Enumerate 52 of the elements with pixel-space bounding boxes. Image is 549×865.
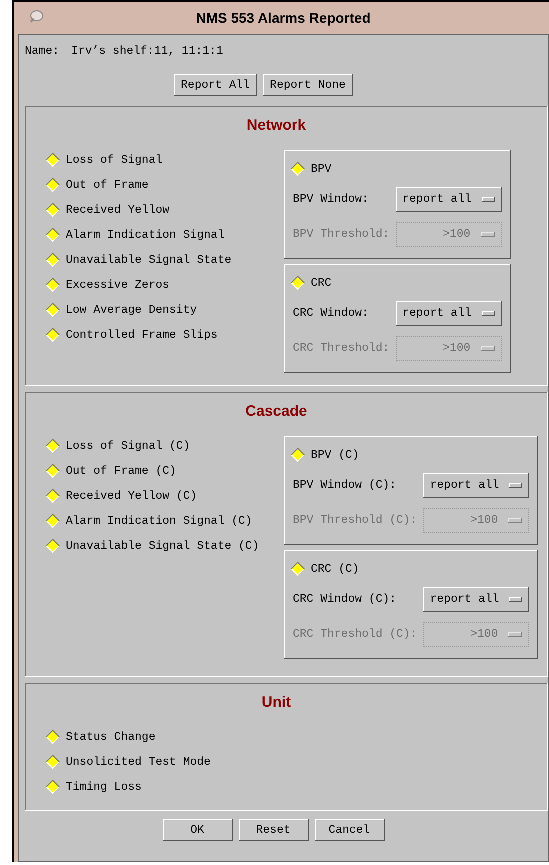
checkbox-label[interactable]: BPV xyxy=(311,160,332,178)
field-label: BPV Threshold: xyxy=(293,226,390,243)
window-menu-icon xyxy=(28,10,44,24)
dialog-button[interactable]: OK xyxy=(162,819,232,842)
field-label: BPV Window (C): xyxy=(293,478,398,494)
checkbox-label[interactable]: Alarm Indication Signal (C) xyxy=(66,512,252,530)
report-button[interactable]: Report None xyxy=(263,74,353,96)
dialog-button[interactable]: Cancel xyxy=(314,819,384,842)
name-label: Name: xyxy=(25,44,60,60)
dropdown-indicator-icon xyxy=(508,518,522,523)
dropdown-button[interactable]: report all xyxy=(423,472,530,498)
field-label: CRC Window (C): xyxy=(293,592,398,608)
section-title: Network xyxy=(246,116,306,136)
checkbox-label[interactable]: Alarm Indication Signal xyxy=(66,226,225,244)
checkbox-label[interactable]: Loss of Signal (C) xyxy=(66,438,190,455)
field-label: CRC Threshold: xyxy=(293,340,390,357)
checkbox-label[interactable]: Excessive Zeros xyxy=(66,276,170,294)
checkbox-label[interactable]: Out of Frame xyxy=(66,176,149,194)
checkbox-label[interactable]: Low Average Density xyxy=(66,302,198,319)
report-button[interactable]: Report All xyxy=(174,74,258,96)
field-label: CRC Threshold (C): xyxy=(293,626,418,643)
checkbox-label[interactable]: Status Change xyxy=(66,728,156,746)
checkbox-label[interactable]: Unavailable Signal State (C) xyxy=(66,538,260,555)
dropdown-indicator-icon xyxy=(509,482,522,488)
dropdown-indicator-icon xyxy=(482,310,495,316)
dropdown-indicator-icon xyxy=(508,632,522,637)
checkbox-label[interactable]: Controlled Frame Slips xyxy=(66,326,218,344)
dropdown-indicator-icon xyxy=(480,346,495,351)
checkbox-label[interactable]: Out of Frame (C) xyxy=(66,462,176,480)
checkbox-label[interactable]: Received Yellow xyxy=(66,202,170,219)
checkbox-label[interactable]: CRC (C) xyxy=(311,560,360,578)
checkbox-label[interactable]: Received Yellow (C) xyxy=(66,488,198,505)
checkbox-label[interactable]: BPV (C) xyxy=(311,446,360,464)
dropdown-button[interactable]: report all xyxy=(423,586,530,612)
dropdown-indicator-icon xyxy=(482,196,495,202)
checkbox-label[interactable]: Timing Loss xyxy=(66,778,142,796)
section-title: Cascade xyxy=(246,402,308,422)
checkbox-label[interactable]: CRC xyxy=(311,274,332,292)
dialog-button[interactable]: Reset xyxy=(238,819,308,842)
dropdown-button[interactable]: report all xyxy=(396,300,502,326)
checkbox-label[interactable]: Loss of Signal xyxy=(66,152,163,169)
section-title: Unit xyxy=(262,693,292,714)
field-label: CRC Window: xyxy=(293,306,370,322)
field-label: BPV Threshold (C): xyxy=(293,512,418,529)
window-title: NMS 553 Alarms Reported xyxy=(196,8,371,28)
checkbox-label[interactable]: Unavailable Signal State xyxy=(66,252,232,269)
field-label: BPV Window: xyxy=(293,192,370,208)
dropdown-indicator-icon xyxy=(480,232,495,237)
dropdown-button[interactable]: report all xyxy=(396,186,502,212)
name-value: Irv’s shelf:11, 11:1:1 xyxy=(72,44,224,60)
checkbox-label[interactable]: Unsolicited Test Mode xyxy=(66,754,211,771)
dropdown-indicator-icon xyxy=(509,596,522,602)
